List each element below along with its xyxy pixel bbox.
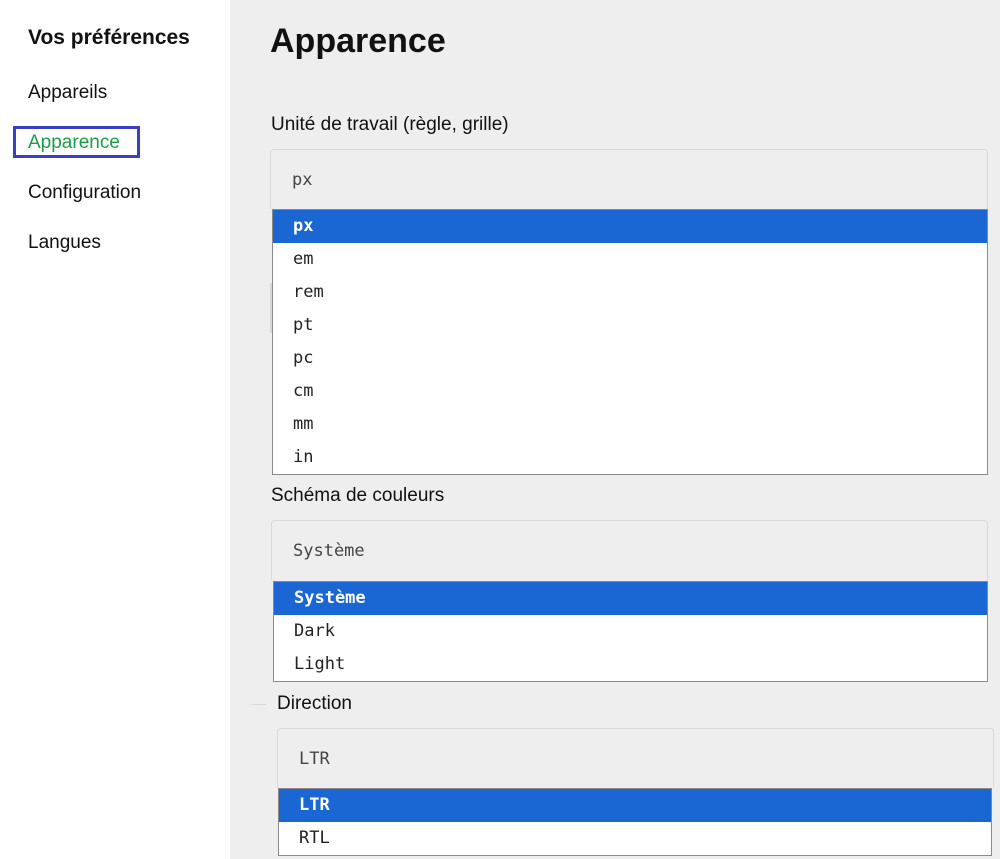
option-pt[interactable]: pt — [273, 309, 987, 342]
option-dark[interactable]: Dark — [274, 615, 987, 648]
color-scheme-dropdown: Système Dark Light — [273, 581, 988, 682]
option-rtl[interactable]: RTL — [279, 822, 991, 855]
option-in[interactable]: in — [273, 441, 987, 474]
option-ltr[interactable]: LTR — [279, 789, 991, 822]
sidebar-item-configuration[interactable]: Configuration — [28, 182, 141, 204]
option-cm[interactable]: cm — [273, 375, 987, 408]
sidebar-item-langues[interactable]: Langues — [28, 232, 101, 254]
divider-tick — [252, 704, 266, 705]
option-mm[interactable]: mm — [273, 408, 987, 441]
option-pc[interactable]: pc — [273, 342, 987, 375]
main-panel: Apparence Unité de travail (règle, grill… — [230, 0, 1000, 859]
page-title: Apparence — [270, 22, 446, 60]
sidebar: Vos préférences Appareils Apparence Conf… — [0, 0, 230, 859]
sidebar-title: Vos préférences — [28, 26, 190, 49]
direction-label: Direction — [277, 693, 352, 714]
unit-dropdown: px em rem pt pc cm mm in — [272, 209, 988, 475]
option-em[interactable]: em — [273, 243, 987, 276]
direction-dropdown: LTR RTL — [278, 788, 992, 856]
color-scheme-label: Schéma de couleurs — [271, 485, 445, 506]
direction-select[interactable]: LTR — [277, 728, 994, 788]
sidebar-item-apparence[interactable]: Apparence — [28, 132, 120, 154]
option-light[interactable]: Light — [274, 648, 987, 681]
option-rem[interactable]: rem — [273, 276, 987, 309]
sidebar-item-appareils[interactable]: Appareils — [28, 82, 107, 104]
color-scheme-select[interactable]: Système — [271, 520, 988, 580]
option-px[interactable]: px — [273, 210, 987, 243]
unit-select[interactable]: px — [270, 149, 988, 209]
unit-label: Unité de travail (règle, grille) — [271, 114, 509, 135]
option-systeme[interactable]: Système — [274, 582, 987, 615]
